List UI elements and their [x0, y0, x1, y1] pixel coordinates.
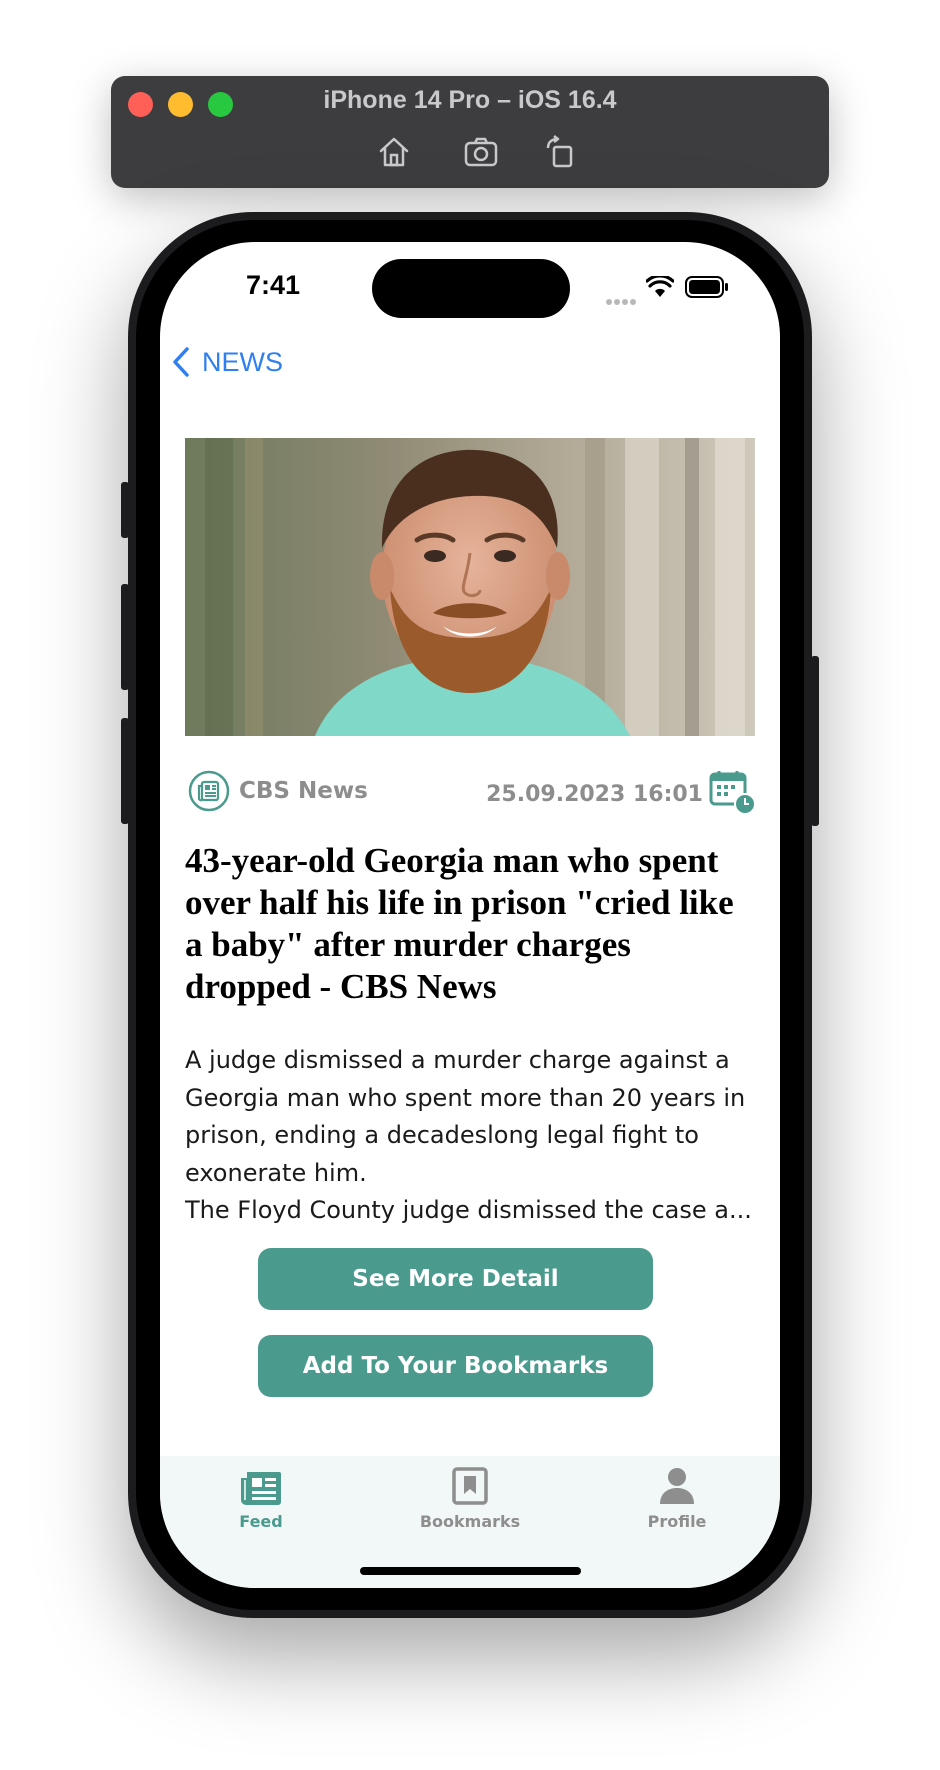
power-button — [811, 656, 819, 826]
newspaper-icon — [241, 1472, 281, 1505]
article-headline: 43-year-old Georgia man who spent over h… — [185, 841, 734, 1006]
chevron-left-icon — [173, 347, 189, 377]
article-source: CBS News — [239, 778, 368, 804]
tab-profile-label: Profile — [647, 1512, 707, 1531]
tab-feed-label: Feed — [239, 1512, 283, 1531]
bookmark-icon — [452, 1467, 488, 1505]
add-bookmark-button[interactable]: Add To Your Bookmarks — [258, 1335, 653, 1397]
wifi-icon — [645, 274, 675, 302]
summary-paragraph-truncated: The Floyd County judge dismissed the cas… — [185, 1196, 752, 1224]
tab-profile[interactable]: Profile — [607, 1466, 747, 1531]
article-summary: A judge dismissed a murder charge agains… — [185, 1042, 755, 1230]
home-icon[interactable] — [376, 134, 412, 170]
simulator-title-bar: iPhone 14 Pro – iOS 16.4 — [111, 76, 829, 188]
tab-bar: Feed Bookmarks Profile — [160, 1456, 780, 1588]
phone-screen: 7:41 NEWS CBS News 25.09.2023 16:01 43-y… — [160, 242, 780, 1588]
rotate-icon[interactable] — [542, 134, 578, 170]
summary-paragraph: A judge dismissed a murder charge agains… — [185, 1046, 746, 1187]
article-meta: CBS News 25.09.2023 16:01 — [185, 770, 756, 816]
simulator-title: iPhone 14 Pro – iOS 16.4 — [323, 86, 617, 114]
person-icon — [660, 1468, 694, 1504]
cellular-signal-icon — [606, 290, 638, 309]
tab-bookmarks[interactable]: Bookmarks — [400, 1466, 540, 1531]
battery-icon — [685, 276, 729, 302]
tab-feed[interactable]: Feed — [191, 1466, 331, 1531]
see-more-detail-button[interactable]: See More Detail — [258, 1248, 653, 1310]
status-time: 7:41 — [246, 270, 301, 300]
back-label: NEWS — [202, 346, 283, 377]
newspaper-icon — [188, 770, 230, 812]
dynamic-island — [372, 259, 570, 318]
home-indicator[interactable] — [360, 1567, 581, 1575]
back-button[interactable]: NEWS — [172, 342, 283, 382]
article-image — [185, 438, 755, 736]
screenshot-icon[interactable] — [463, 134, 499, 170]
tab-bookmarks-label: Bookmarks — [419, 1512, 521, 1531]
article-date: 25.09.2023 16:01 — [486, 782, 703, 807]
calendar-clock-icon — [709, 770, 756, 816]
